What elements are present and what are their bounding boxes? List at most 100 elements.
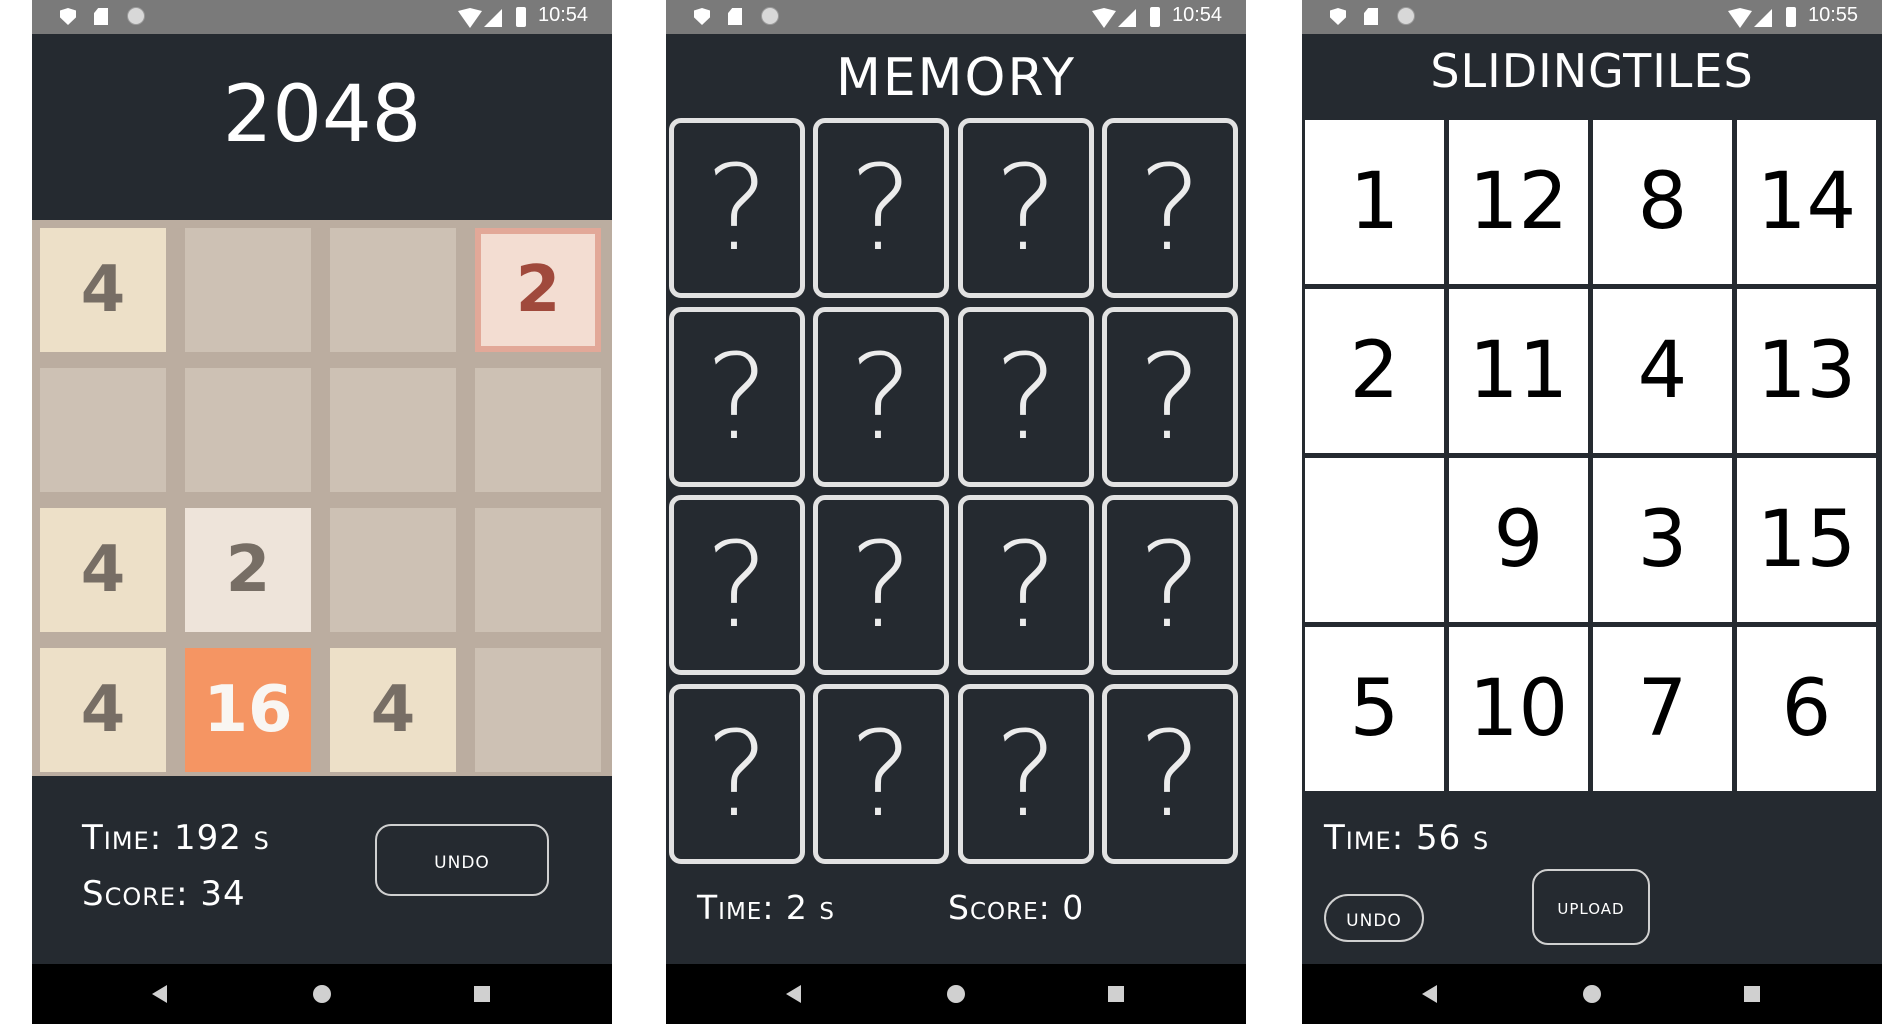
memory-card[interactable]: ? [1102, 307, 1238, 487]
status-bar: 10:55 [1302, 0, 1882, 34]
home-icon[interactable] [313, 985, 331, 1003]
memory-card[interactable]: ? [958, 684, 1094, 864]
status-time: 10:54 [1172, 4, 1223, 26]
game-title: MEMORY [835, 48, 1077, 108]
memory-card[interactable]: ? [669, 118, 805, 298]
number-tile: 4 [40, 508, 166, 632]
numbered-tile[interactable]: 15 [1737, 458, 1876, 622]
wifi-icon [1092, 8, 1116, 28]
empty-tile [40, 368, 166, 492]
memory-card[interactable]: ? [958, 495, 1094, 675]
recent-apps-icon[interactable] [474, 986, 490, 1002]
time-label: Time: 192 s [82, 818, 270, 858]
back-icon[interactable] [786, 985, 801, 1003]
memory-card[interactable]: ? [1102, 684, 1238, 864]
recent-apps-icon[interactable] [1744, 986, 1760, 1002]
memory-card[interactable]: ? [669, 495, 805, 675]
game-board[interactable]: 4 2 4 2 4 16 4 [32, 220, 612, 776]
shield-icon [694, 8, 710, 25]
empty-tile [185, 368, 311, 492]
back-icon[interactable] [152, 985, 167, 1003]
memory-card[interactable]: ? [1102, 495, 1238, 675]
cell-signal-icon [484, 9, 502, 27]
phone-memory-screen: 10:54 MEMORY ???????????????? Time: 2 s … [666, 0, 1246, 1024]
upload-button[interactable]: upload [1532, 869, 1650, 945]
nav-bar [32, 964, 612, 1024]
numbered-tile[interactable]: 1 [1305, 120, 1444, 284]
numbered-tile[interactable]: 4 [1593, 289, 1732, 453]
time-label: Time: 2 s [697, 888, 836, 927]
cell-signal-icon [1754, 9, 1772, 27]
number-tile: 2 [475, 228, 601, 352]
notification-dot-icon [761, 7, 779, 25]
number-tile: 4 [40, 648, 166, 772]
memory-card[interactable]: ? [669, 307, 805, 487]
empty-tile [330, 368, 456, 492]
sliding-tiles-board: 1 12 8 14 2 11 4 13 9 3 15 5 10 7 6 [1302, 118, 1882, 794]
memory-card[interactable]: ? [813, 307, 949, 487]
numbered-tile[interactable]: 10 [1449, 627, 1588, 791]
blank-tile[interactable] [1305, 458, 1444, 622]
shield-icon [1330, 8, 1346, 25]
status-time: 10:55 [1808, 4, 1859, 26]
status-bar: 10:54 [666, 0, 1246, 34]
score-label: Score: 0 [948, 888, 1085, 927]
number-tile: 2 [185, 508, 311, 632]
memory-card[interactable]: ? [958, 307, 1094, 487]
phone-2048-screen: 10:54 2048 4 2 4 2 4 16 4 Time: 192 s Score: 3… [32, 0, 612, 1024]
numbered-tile[interactable]: 7 [1593, 627, 1732, 791]
empty-tile [330, 508, 456, 632]
numbered-tile[interactable]: 5 [1305, 627, 1444, 791]
sd-card-icon [1364, 8, 1378, 25]
numbered-tile[interactable]: 6 [1737, 627, 1876, 791]
empty-tile [330, 228, 456, 352]
battery-icon [516, 7, 526, 27]
memory-card[interactable]: ? [958, 118, 1094, 298]
numbered-tile[interactable]: 11 [1449, 289, 1588, 453]
recent-apps-icon[interactable] [1108, 986, 1124, 1002]
memory-card[interactable]: ? [813, 684, 949, 864]
empty-tile [185, 228, 311, 352]
game-title: SLIDINGTILES [1430, 44, 1754, 98]
numbered-tile[interactable]: 8 [1593, 120, 1732, 284]
game-title: 2048 [222, 70, 422, 160]
number-tile: 16 [185, 648, 311, 772]
memory-card[interactable]: ? [813, 495, 949, 675]
sd-card-icon [728, 8, 742, 25]
sd-card-icon [94, 8, 108, 25]
memory-card[interactable]: ? [669, 684, 805, 864]
time-label: Time: 56 s [1324, 818, 1490, 858]
numbered-tile[interactable]: 2 [1305, 289, 1444, 453]
numbered-tile[interactable]: 13 [1737, 289, 1876, 453]
nav-bar [666, 964, 1246, 1024]
status-time: 10:54 [538, 4, 589, 26]
nav-bar [1302, 964, 1882, 1024]
battery-icon [1786, 7, 1796, 27]
shield-icon [60, 8, 76, 25]
status-bar: 10:54 [32, 0, 612, 34]
home-icon[interactable] [1583, 985, 1601, 1003]
undo-button[interactable]: undo [375, 824, 549, 896]
wifi-icon [458, 8, 482, 28]
battery-icon [1150, 7, 1160, 27]
empty-tile [475, 508, 601, 632]
score-label: Score: 34 [82, 874, 246, 914]
numbered-tile[interactable]: 12 [1449, 120, 1588, 284]
undo-button[interactable]: undo [1324, 894, 1424, 942]
notification-dot-icon [1397, 7, 1415, 25]
home-icon[interactable] [947, 985, 965, 1003]
wifi-icon [1728, 8, 1752, 28]
number-tile: 4 [330, 648, 456, 772]
phone-sliding-tiles-screen: 10:55 SLIDINGTILES 1 12 8 14 2 11 4 13 9 3 15 5 10 7 6… [1302, 0, 1882, 1024]
cell-signal-icon [1118, 9, 1136, 27]
empty-tile [475, 368, 601, 492]
notification-dot-icon [127, 7, 145, 25]
memory-card[interactable]: ? [1102, 118, 1238, 298]
numbered-tile[interactable]: 9 [1449, 458, 1588, 622]
numbered-tile[interactable]: 14 [1737, 120, 1876, 284]
back-icon[interactable] [1422, 985, 1437, 1003]
numbered-tile[interactable]: 3 [1593, 458, 1732, 622]
memory-card[interactable]: ? [813, 118, 949, 298]
number-tile: 4 [40, 228, 166, 352]
empty-tile [475, 648, 601, 772]
